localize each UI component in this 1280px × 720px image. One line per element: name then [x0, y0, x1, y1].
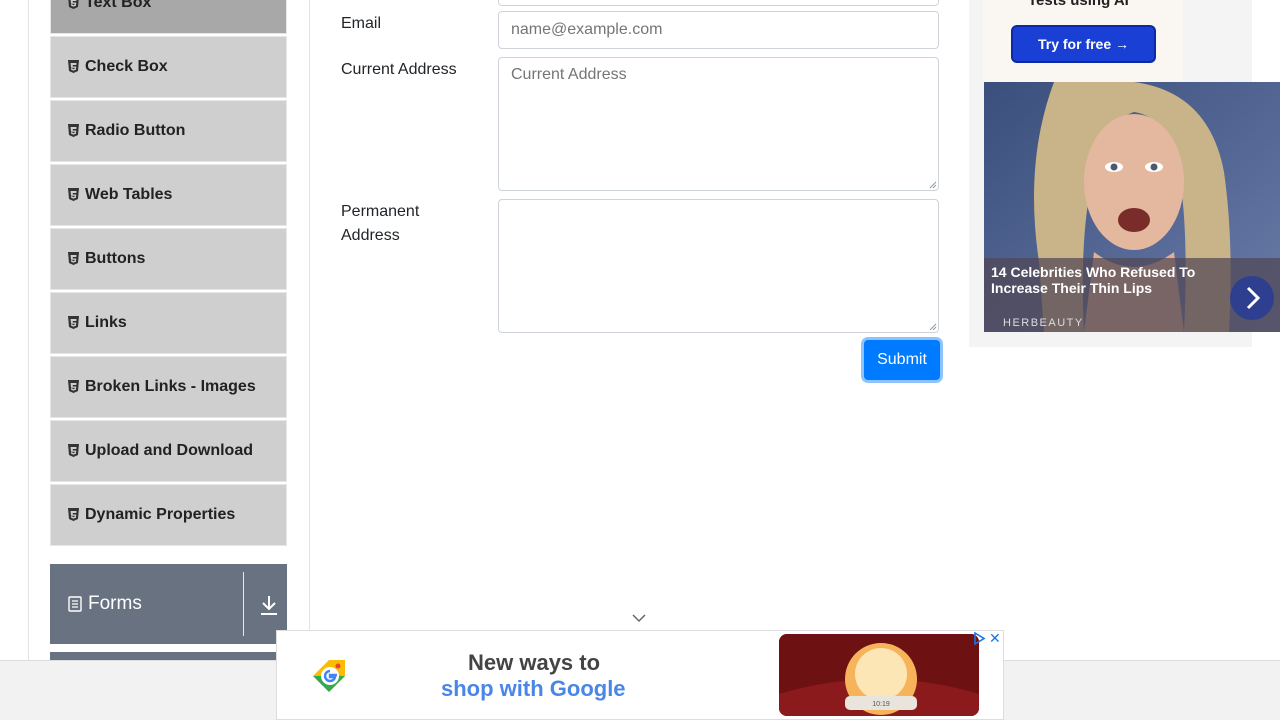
document-icon — [68, 596, 82, 612]
chevron-down-icon[interactable] — [631, 612, 647, 624]
sidebar-item-label: Buttons — [85, 250, 146, 267]
current-address-label: Current Address — [341, 61, 457, 78]
email-label: Email — [341, 15, 382, 32]
sidebar-item-label: Web Tables — [85, 186, 173, 203]
html5-icon — [68, 188, 79, 201]
ad-right-cut-text: Tests using AI — [1028, 0, 1129, 9]
google-shopping-logo-icon — [313, 660, 345, 692]
html5-icon — [68, 0, 79, 9]
left-rail-line — [28, 0, 29, 660]
sidebar-item-label: Upload and Download — [85, 442, 253, 459]
sidebar-item-web-tables[interactable]: Web Tables — [50, 164, 287, 226]
permanent-address-field[interactable] — [498, 199, 939, 333]
sidebar-menu: Text Box Check Box Radio Button Web Tabl… — [50, 0, 287, 548]
ad-bottom-image[interactable]: 10:19 — [779, 634, 979, 716]
sidebar-item-label: Check Box — [85, 58, 168, 75]
sidebar-item-label: Broken Links - Images — [85, 378, 256, 395]
resize-grip-icon[interactable] — [929, 181, 937, 189]
permanent-address-label-line2: Address — [341, 227, 400, 244]
group-header-separator — [243, 572, 244, 636]
html5-icon — [68, 508, 79, 521]
sidebar-item-upload-download[interactable]: Upload and Download — [50, 420, 287, 482]
try-for-free-button[interactable]: Try for free → — [1011, 25, 1156, 63]
sidebar-item-label: Text Box — [85, 0, 152, 11]
email-field[interactable] — [498, 11, 939, 49]
full-name-field-bottom-edge[interactable] — [498, 0, 939, 6]
sidebar-item-radio-button[interactable]: Radio Button — [50, 100, 287, 162]
clock-text: 10:19 — [872, 701, 890, 708]
sidebar-item-label: Radio Button — [85, 122, 186, 139]
group-header-forms[interactable]: Forms — [50, 564, 287, 644]
chevron-right-icon — [1246, 286, 1261, 310]
sidebar-item-label: Dynamic Properties — [85, 506, 236, 523]
page: Text Box Check Box Radio Button Web Tabl… — [0, 0, 1280, 720]
group-header-next[interactable] — [50, 652, 287, 660]
ad-bottom-line1: New ways to — [468, 650, 601, 675]
sidebar-item-links[interactable]: Links — [50, 292, 287, 354]
sidebar-divider — [309, 0, 310, 660]
sidebar-item-dynamic-properties[interactable]: Dynamic Properties — [50, 484, 287, 546]
close-icon[interactable]: ✕ — [989, 631, 1001, 645]
permanent-address-label-line1: Permanent — [341, 203, 420, 220]
permanent-address-wrapper — [498, 199, 939, 333]
ad-bottom-line2: shop with Google — [441, 676, 626, 701]
ad-caption[interactable]: 14 Celebrities Who Refused To Increase T… — [991, 264, 1216, 296]
html5-icon — [68, 60, 79, 73]
html5-icon — [68, 252, 79, 265]
html5-icon — [68, 380, 79, 393]
sunrise-lamp-image: 10:19 — [779, 634, 979, 716]
sidebar-item-label: Links — [85, 314, 127, 331]
sidebar-item-buttons[interactable]: Buttons — [50, 228, 287, 290]
download-icon — [261, 596, 277, 615]
current-address-wrapper — [498, 57, 939, 191]
ad-brand: HERBEAUTY — [1003, 317, 1084, 329]
html5-icon — [68, 316, 79, 329]
html5-icon — [68, 444, 79, 457]
submit-button[interactable]: Submit — [864, 340, 940, 380]
sidebar-item-text-box[interactable]: Text Box — [50, 0, 287, 34]
group-header-label: Forms — [88, 593, 142, 614]
resize-grip-icon[interactable] — [929, 323, 937, 331]
html5-icon — [68, 124, 79, 137]
ad-next-button[interactable] — [1230, 276, 1274, 320]
sidebar-item-broken-links[interactable]: Broken Links - Images — [50, 356, 287, 418]
adchoices-icon[interactable] — [972, 632, 986, 645]
current-address-field[interactable] — [498, 57, 939, 191]
sidebar-item-check-box[interactable]: Check Box — [50, 36, 287, 98]
